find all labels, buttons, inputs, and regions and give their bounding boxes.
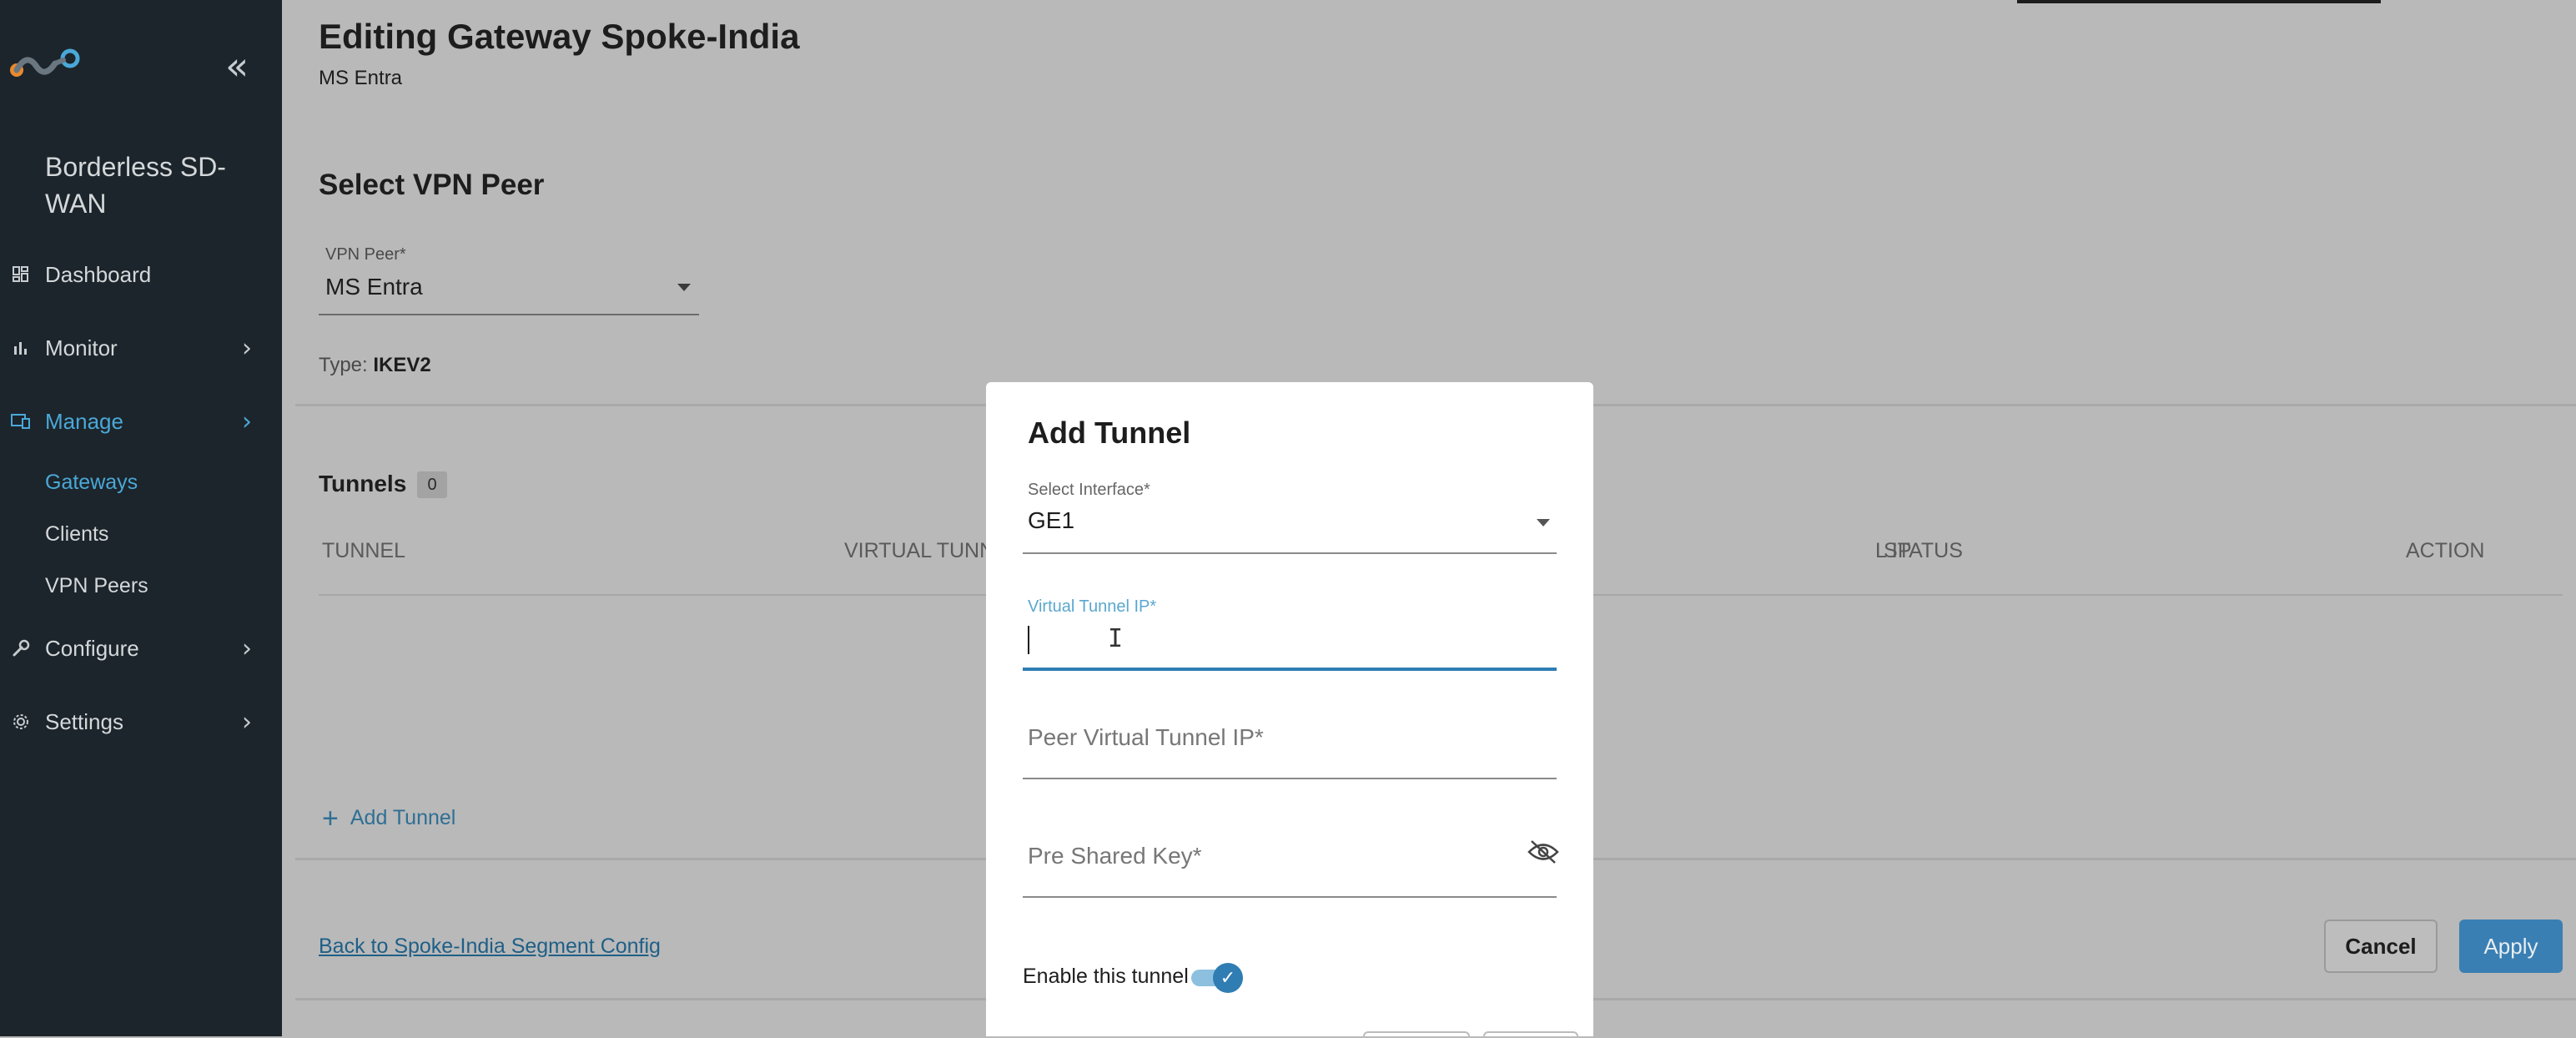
dialog-cancel-button[interactable] (1363, 1031, 1470, 1038)
vpn-type-label: Type: (319, 354, 368, 376)
cancel-button[interactable]: Cancel (2324, 920, 2438, 973)
col-header-tunnel: TUNNEL (322, 539, 406, 562)
sidebar-item-dashboard[interactable]: Dashboard (0, 254, 282, 295)
back-to-segment-config-link[interactable]: Back to Spoke-India Segment Config (319, 935, 661, 959)
sidebar-subitem-vpn-peers[interactable]: VPN Peers (45, 574, 148, 598)
dialog-title: Add Tunnel (1028, 416, 1191, 450)
caret-down-icon[interactable] (1537, 519, 1550, 527)
sidebar-item-label: Configure (45, 635, 139, 661)
ibeam-cursor-icon: I (1108, 624, 1124, 653)
sidebar-item-label: Monitor (45, 335, 118, 360)
apply-button[interactable]: Apply (2459, 920, 2563, 973)
col-header-action: ACTION (2406, 539, 2485, 562)
app-logo[interactable] (8, 45, 83, 89)
virtual-tunnel-ip-label: Virtual Tunnel IP* (1028, 597, 1157, 616)
sidebar-item-settings[interactable]: Settings › (0, 701, 282, 743)
sidebar: « Borderless SD-WAN Dashboard Monitor › … (0, 0, 282, 1036)
add-tunnel-dialog: Add Tunnel Select Interface* GE1 Virtual… (986, 382, 1593, 1038)
virtual-tunnel-ip-underline (1023, 668, 1557, 671)
sidebar-item-label: Settings (45, 708, 123, 734)
vpn-peer-card (295, 140, 2576, 406)
check-icon: ✓ (1213, 963, 1243, 993)
bar-chart-icon (10, 340, 32, 356)
vpn-peer-underline (319, 314, 699, 315)
page-title: Editing Gateway Spoke-India (319, 17, 800, 56)
brand-name: Borderless SD-WAN (45, 152, 226, 219)
grid-icon (10, 266, 32, 283)
sidebar-item-label: Manage (45, 408, 123, 434)
wrench-icon (10, 639, 32, 658)
col-header-virtual-tunnel-ip: VIRTUAL TUNN (844, 539, 995, 562)
vpn-type: Type: IKEV2 (319, 354, 431, 377)
col-header-status: STATUS (1884, 539, 1963, 562)
chevron-right-icon: › (242, 634, 252, 663)
chevron-right-icon: › (242, 334, 252, 363)
interface-underline (1023, 552, 1557, 554)
vpn-type-value: IKEV2 (373, 354, 431, 376)
tunnels-title: Tunnels (319, 471, 407, 496)
plus-icon: + (322, 803, 339, 834)
sidebar-item-label: Dashboard (45, 261, 152, 287)
vpn-section-title: Select VPN Peer (319, 169, 545, 201)
chevron-right-icon: › (242, 407, 252, 436)
page-subtitle: MS Entra (319, 67, 403, 89)
pre-shared-key-input[interactable]: Pre Shared Key* (1028, 843, 1202, 869)
select-interface-label: Select Interface* (1028, 481, 1150, 499)
vpn-peer-select[interactable]: MS Entra (325, 274, 423, 300)
add-tunnel-button[interactable]: + Add Tunnel (322, 803, 455, 835)
tunnels-count-badge: 0 (417, 471, 447, 498)
sidebar-item-configure[interactable]: Configure › (0, 627, 282, 669)
gear-icon (10, 713, 32, 731)
vpn-peer-label: VPN Peer* (325, 245, 406, 264)
sidebar-subitem-gateways[interactable]: Gateways (45, 471, 138, 495)
text-cursor (1028, 626, 1029, 654)
collapse-sidebar-icon[interactable]: « (225, 47, 249, 85)
sidebar-item-manage[interactable]: Manage › (0, 401, 282, 442)
chevron-right-icon: › (242, 708, 252, 737)
enable-tunnel-label: Enable this tunnel (1023, 965, 1189, 988)
add-tunnel-label: Add Tunnel (350, 806, 456, 830)
peer-virtual-tunnel-ip-input[interactable]: Peer Virtual Tunnel IP* (1028, 724, 1264, 751)
caret-down-icon[interactable] (677, 284, 691, 291)
visibility-off-icon[interactable] (1527, 839, 1560, 869)
sidebar-subitem-clients[interactable]: Clients (45, 522, 108, 547)
manage-icon (10, 413, 32, 430)
dialog-add-button[interactable] (1483, 1031, 1578, 1038)
virtual-tunnel-ip-input[interactable] (1028, 626, 1528, 654)
select-interface-dropdown[interactable]: GE1 (1028, 507, 1074, 534)
psk-underline (1023, 896, 1557, 898)
top-divider (2017, 0, 2381, 3)
sidebar-item-monitor[interactable]: Monitor › (0, 327, 282, 369)
peer-vtip-underline (1023, 778, 1557, 779)
enable-tunnel-toggle[interactable]: ✓ (1191, 963, 1245, 993)
